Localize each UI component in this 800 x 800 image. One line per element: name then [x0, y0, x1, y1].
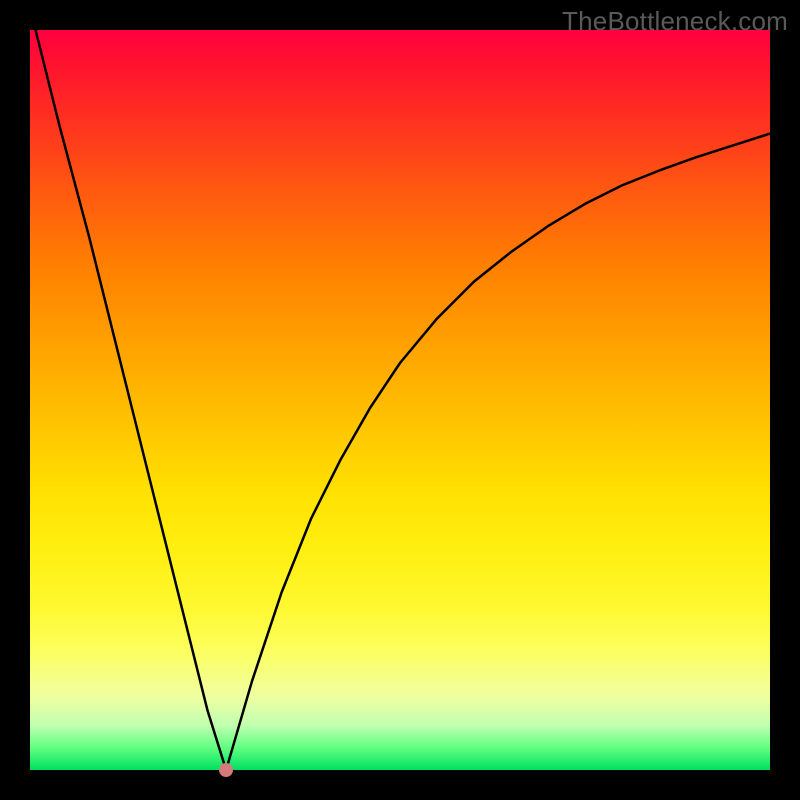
minimum-marker	[219, 763, 233, 777]
chart-frame: TheBottleneck.com	[0, 0, 800, 800]
bottleneck-curve	[30, 8, 770, 770]
series-group	[30, 8, 770, 770]
plot-area	[30, 30, 770, 770]
curve-svg	[30, 30, 770, 770]
